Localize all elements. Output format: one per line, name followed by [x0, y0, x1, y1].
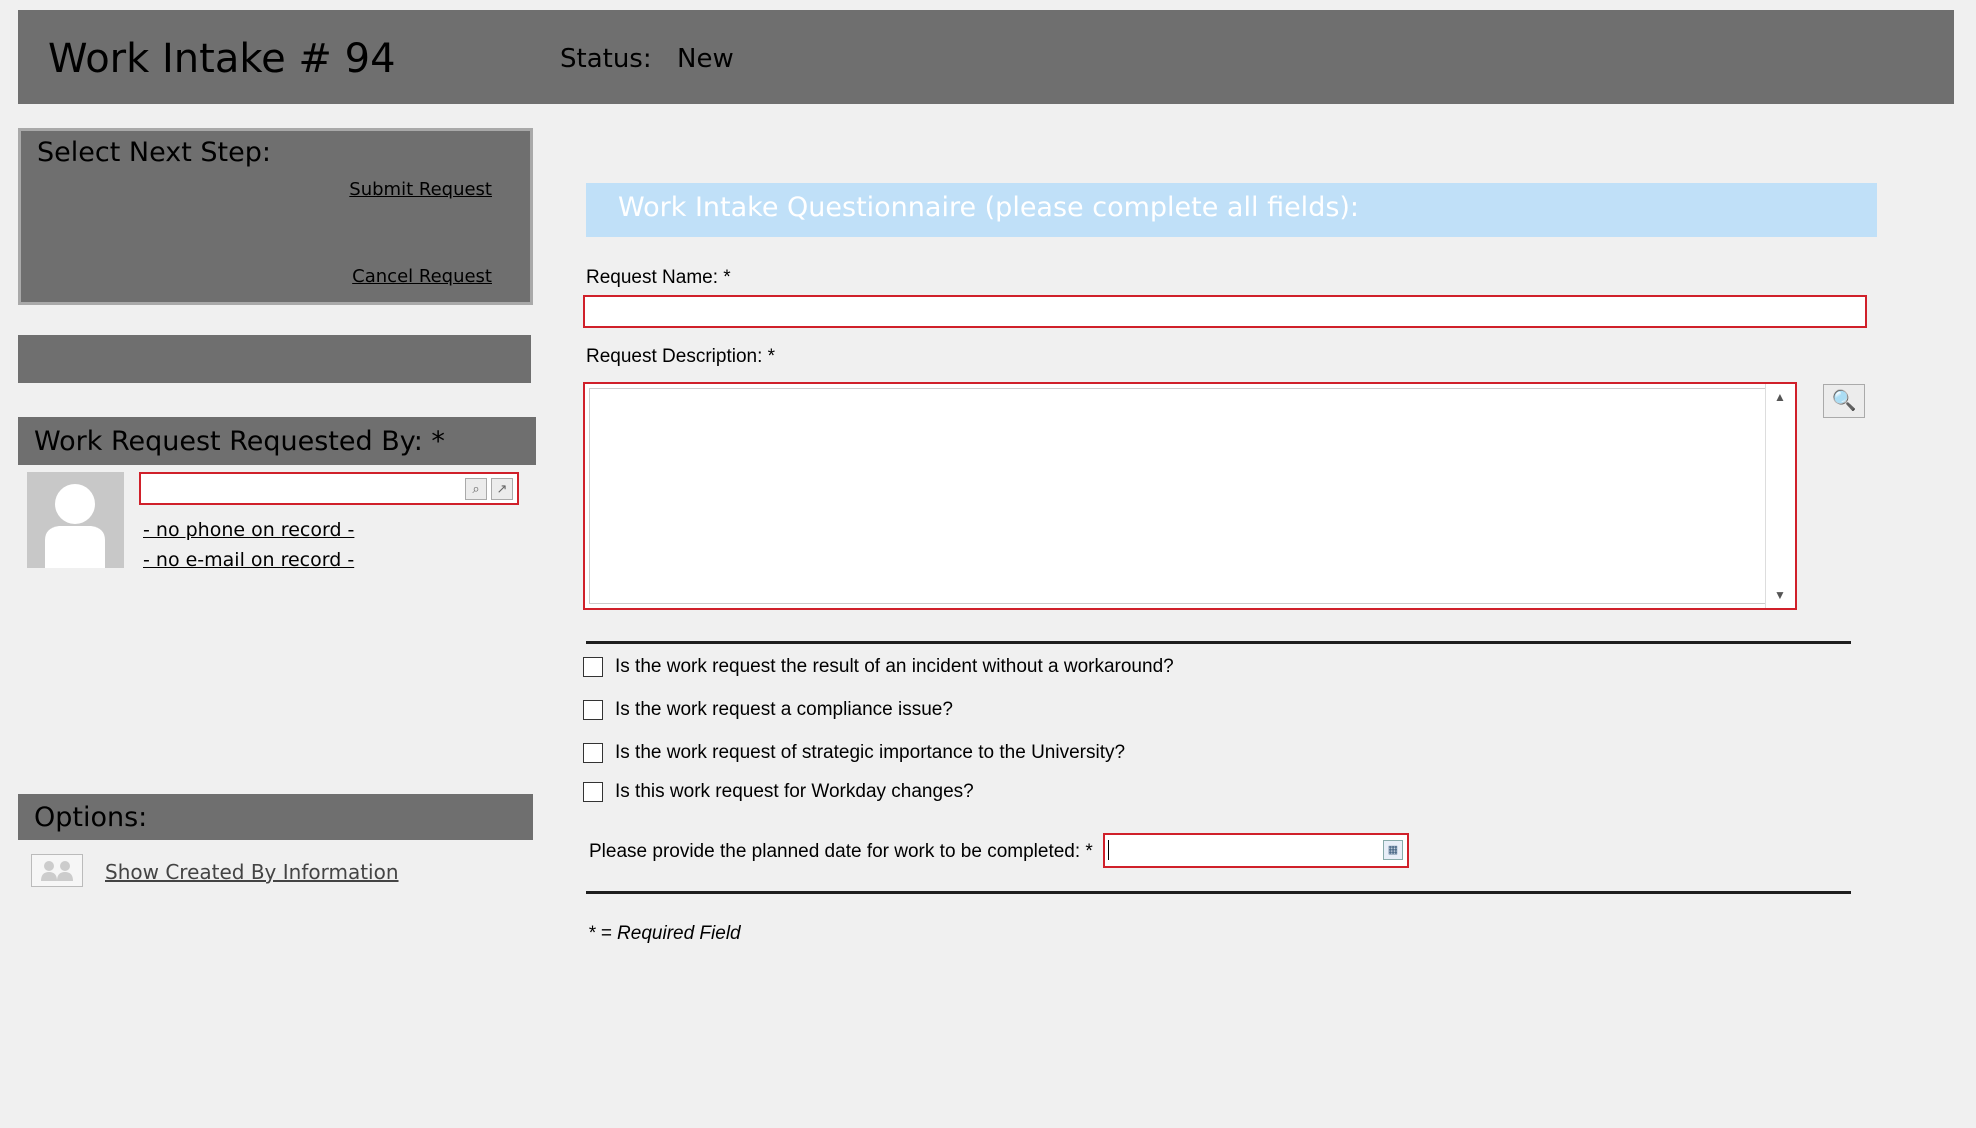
options-title: Options:	[34, 802, 148, 833]
questionnaire-header: Work Intake Questionnaire (please comple…	[586, 183, 1877, 237]
avatar	[27, 472, 124, 568]
submit-request-link[interactable]: Submit Request	[349, 179, 492, 200]
user-silhouette-icon	[45, 484, 105, 568]
question-label: Is the work request a compliance issue?	[615, 699, 953, 720]
scroll-up-icon[interactable]: ▲	[1774, 390, 1786, 404]
textarea-scrollbar[interactable]: ▲ ▼	[1765, 384, 1795, 608]
lookup-icon[interactable]: ⌕	[465, 478, 487, 500]
open-external-icon[interactable]: ↗	[491, 478, 513, 500]
page-title: Work Intake # 94	[48, 36, 396, 82]
next-step-panel: Select Next Step: Submit Request Cancel …	[18, 128, 533, 305]
text-caret	[1108, 840, 1109, 860]
show-created-by-link[interactable]: Show Created By Information	[105, 860, 399, 884]
checkbox[interactable]	[583, 782, 603, 802]
request-description-label: Request Description: *	[586, 346, 776, 367]
textarea-inner[interactable]	[589, 388, 1791, 604]
next-step-title: Select Next Step:	[37, 137, 271, 168]
requested-by-header: Work Request Requested By: *	[18, 417, 536, 465]
required-field-note: * = Required Field	[588, 923, 741, 944]
request-name-input[interactable]	[583, 295, 1867, 328]
checkbox[interactable]	[583, 657, 603, 677]
requested-by-input[interactable]: ⌕ ↗	[139, 472, 519, 505]
scroll-down-icon[interactable]: ▼	[1774, 588, 1786, 602]
people-icon[interactable]	[31, 854, 83, 887]
divider	[586, 891, 1851, 894]
question-label: Is this work request for Workday changes…	[615, 781, 974, 802]
question-label: Is the work request the result of an inc…	[615, 656, 1174, 677]
question-label: Is the work request of strategic importa…	[615, 742, 1126, 763]
request-description-textarea[interactable]: ▲ ▼	[583, 382, 1797, 610]
options-header: Options:	[18, 794, 533, 840]
questionnaire-title: Work Intake Questionnaire (please comple…	[618, 192, 1360, 223]
checkbox[interactable]	[583, 743, 603, 763]
calendar-icon[interactable]: ▦	[1383, 840, 1403, 860]
people-glyph	[41, 861, 73, 881]
blank-panel-bar	[18, 335, 531, 383]
magnifier-icon[interactable]: 🔍	[1823, 384, 1865, 418]
planned-date-input[interactable]: ▦	[1103, 833, 1409, 868]
divider	[586, 641, 1851, 644]
cancel-request-link[interactable]: Cancel Request	[352, 266, 492, 287]
checkbox[interactable]	[583, 700, 603, 720]
request-name-label: Request Name: *	[586, 267, 731, 288]
status-value: New	[677, 44, 734, 74]
phone-link[interactable]: - no phone on record -	[143, 519, 354, 541]
requested-by-title: Work Request Requested By: *	[34, 426, 445, 457]
planned-date-label: Please provide the planned date for work…	[589, 841, 1093, 862]
status-label: Status:	[560, 44, 652, 74]
email-link[interactable]: - no e-mail on record -	[143, 549, 354, 571]
